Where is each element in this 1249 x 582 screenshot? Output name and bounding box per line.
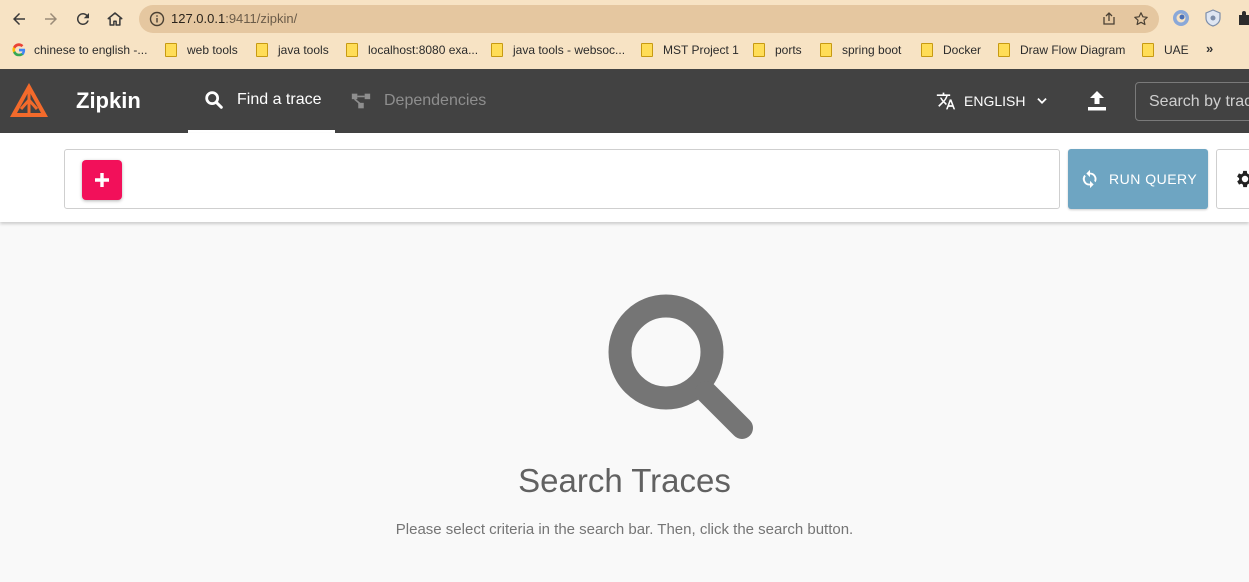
extension-ring-icon[interactable] (1171, 8, 1191, 28)
refresh-icon (1082, 169, 1097, 189)
bookmark-item[interactable]: UAE (1142, 40, 1189, 60)
bookmarks-overflow-button[interactable]: » (1206, 41, 1213, 56)
empty-state-message: Please select criteria in the search bar… (395, 521, 854, 538)
folder-icon (346, 43, 358, 57)
bookmark-label: ports (775, 43, 802, 57)
search-criteria-box[interactable] (64, 149, 1060, 209)
upload-icon[interactable] (1085, 89, 1109, 113)
bookmark-label: spring boot (842, 43, 902, 57)
add-criteria-button[interactable] (82, 160, 122, 200)
folder-icon (820, 43, 832, 57)
search-icon (205, 90, 223, 109)
bookmark-item[interactable]: java tools - websoc... (491, 40, 625, 60)
run-query-label: RUN QUERY (1109, 171, 1198, 187)
bookmark-label: localhost:8080 exa... (368, 43, 479, 57)
bookmark-item[interactable]: Docker (921, 40, 981, 60)
tab-find-a-trace[interactable]: Find a trace (188, 69, 335, 133)
trace-id-search-input[interactable] (1135, 82, 1249, 121)
folder-icon (1142, 43, 1154, 57)
bookmark-label: chinese to english -... (34, 43, 148, 57)
bookmark-label: java tools (278, 43, 329, 57)
bookmark-label: MST Project 1 (663, 43, 739, 57)
app-header: Zipkin Find a trace Dependencies ENGLISH (0, 69, 1249, 133)
star-icon[interactable] (1133, 11, 1149, 27)
plus-icon (95, 173, 109, 187)
bookmark-item[interactable]: MST Project 1 (641, 40, 739, 60)
bookmark-item[interactable]: java tools (256, 40, 329, 60)
settings-button[interactable] (1216, 149, 1249, 209)
bookmark-item[interactable]: ports (753, 40, 802, 60)
chevron-down-icon (1037, 98, 1048, 104)
site-info-icon[interactable] (149, 11, 165, 27)
zipkin-logo-icon[interactable] (8, 81, 50, 121)
reload-icon (76, 12, 89, 25)
puzzle-icon[interactable] (1235, 8, 1249, 28)
folder-icon (998, 43, 1010, 57)
bookmark-label: UAE (1164, 43, 1189, 57)
dependencies-icon (351, 93, 371, 109)
run-query-button[interactable]: RUN QUERY (1068, 149, 1208, 209)
tab-dependencies[interactable]: Dependencies (350, 69, 486, 133)
folder-icon (641, 43, 653, 57)
address-bar[interactable]: 127.0.0.1:9411/zipkin/ (139, 5, 1159, 33)
bookmarks-bar: chinese to english -... web tools java t… (0, 38, 1249, 62)
query-bar: RUN QUERY (0, 133, 1249, 222)
folder-icon (753, 43, 765, 57)
bookmark-item[interactable]: Draw Flow Diagram (998, 40, 1125, 60)
arrow-left-icon (13, 13, 25, 25)
bookmark-label: Docker (943, 43, 982, 57)
home-button[interactable] (102, 6, 128, 32)
search-icon (608, 294, 753, 439)
forward-button[interactable] (38, 6, 64, 32)
url-host: 127.0.0.1 (171, 11, 226, 26)
gear-icon (1237, 170, 1249, 188)
url-text: 127.0.0.1:9411/zipkin/ (171, 11, 297, 26)
back-button[interactable] (6, 6, 32, 32)
tab-label: Find a trace (237, 90, 322, 108)
language-label: ENGLISH (964, 93, 1026, 109)
arrow-right-icon (45, 13, 57, 25)
bookmark-item[interactable]: localhost:8080 exa... (346, 40, 478, 60)
browser-chrome: 127.0.0.1:9411/zipkin/ chinese to englis… (0, 0, 1249, 69)
tab-label: Dependencies (384, 92, 487, 109)
bookmark-label: Draw Flow Diagram (1020, 43, 1126, 57)
google-icon (12, 43, 26, 57)
folder-icon (256, 43, 268, 57)
bookmark-item[interactable]: web tools (165, 40, 238, 60)
bookmark-item[interactable]: spring boot (820, 40, 901, 60)
url-path: :9411/zipkin/ (225, 11, 298, 26)
reload-button[interactable] (70, 6, 96, 32)
bookmark-item[interactable]: chinese to english -... (12, 40, 147, 60)
home-icon (107, 12, 123, 26)
folder-icon (921, 43, 933, 57)
language-selector[interactable]: ENGLISH (936, 91, 1049, 111)
translate-icon (936, 92, 956, 110)
bookmark-label: web tools (187, 43, 238, 57)
brand-title[interactable]: Zipkin (76, 88, 141, 114)
empty-state-title: Search Traces (518, 462, 731, 499)
folder-icon (491, 43, 503, 57)
folder-icon (165, 43, 177, 57)
shield-icon[interactable] (1203, 8, 1223, 28)
bookmark-label: java tools - websoc... (513, 43, 626, 57)
share-icon[interactable] (1101, 11, 1117, 27)
